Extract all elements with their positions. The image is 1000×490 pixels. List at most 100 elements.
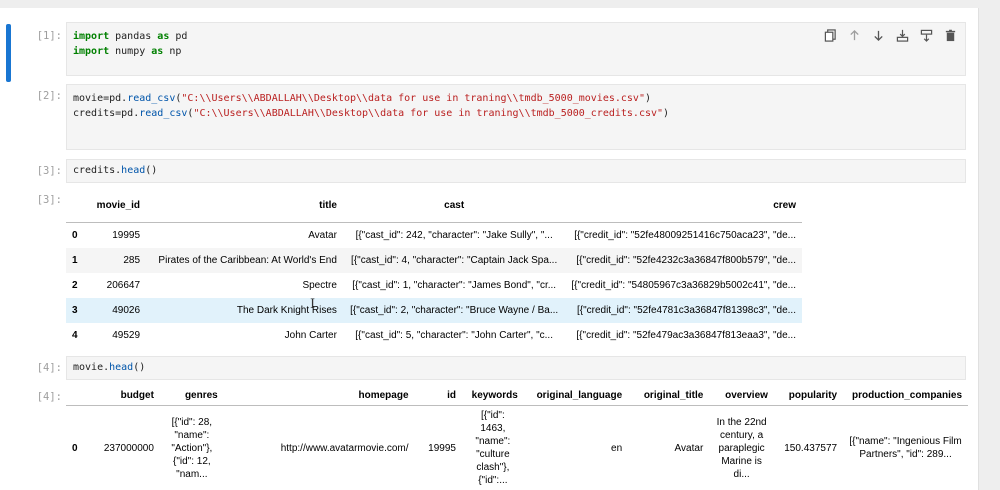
cell-4-prompt: [4]: — [36, 362, 62, 374]
table-cell: [{"credit_id": "52fe4781c3a36847f81398c3… — [576, 305, 796, 316]
column-header-genres: genres — [184, 390, 218, 401]
table-cell: Pirates of the Caribbean: At World's End — [158, 255, 337, 266]
table-cell: 150.437577 — [784, 442, 838, 454]
credits-header-row: movie_id title cast crew — [66, 189, 802, 223]
code-token: head — [109, 362, 134, 373]
table-cell: In the 22nd century, a paraplegic Marine… — [716, 416, 767, 480]
table-row: 3 49026 The Dark Knight Rises [{"cast_id": … — [66, 298, 802, 323]
table-cell: [{"cast_id": 2, "character": "Bruce Wayn… — [350, 305, 559, 316]
arrow-up-icon[interactable] — [847, 28, 862, 43]
code-token: pandas — [109, 31, 158, 42]
cell-3-editor[interactable]: credits.head() — [66, 159, 966, 183]
table-cell: 285 — [123, 255, 141, 266]
code-token: movie=pd. — [73, 93, 128, 104]
code-token: movie. — [73, 362, 110, 373]
table-cell: [{"id": 28, "name": "Action"}, {"id": 12… — [171, 416, 213, 480]
cell-toolbar — [823, 28, 958, 43]
column-header-original_title: original_title — [643, 390, 704, 401]
table-cell: en — [611, 442, 623, 454]
arrow-down-icon[interactable] — [871, 28, 886, 43]
table-cell: Spectre — [302, 280, 337, 291]
code-token: () — [145, 165, 158, 176]
column-header-budget: budget — [120, 390, 154, 401]
code-line: movie=pd.read_csv("C:\\Users\\ABDALLAH\\… — [73, 91, 959, 106]
code-token: import — [73, 46, 110, 57]
table-cell: [{"cast_id": 5, "character": "John Carte… — [355, 330, 553, 341]
output-3-prompt: [3]: — [36, 194, 62, 206]
table-cell: Avatar — [674, 442, 704, 454]
code-token: ) — [663, 108, 670, 119]
row-index: 4 — [72, 330, 78, 341]
code-token: read_csv — [127, 93, 176, 104]
column-header-production_companies: production_companies — [851, 390, 962, 401]
code-token: np — [163, 46, 182, 57]
movie-body: 0 237000000 [{"id": 28, "name": "Action"},… — [66, 406, 968, 490]
table-cell: 19995 — [112, 230, 141, 241]
column-header-movie_id: movie_id — [96, 200, 141, 211]
credits-dataframe: movie_id title cast crew 0 19995 Avatar [{"cas… — [66, 189, 802, 348]
code-token: as — [151, 46, 164, 57]
notebook-panel: [1]: import pandas as pd import numpy as … — [0, 8, 979, 490]
code-token: () — [133, 362, 146, 373]
insert-above-icon[interactable] — [895, 28, 910, 43]
row-index: 2 — [72, 280, 78, 291]
table-cell: 206647 — [106, 280, 141, 291]
code-token: numpy — [109, 46, 152, 57]
delete-icon[interactable] — [943, 28, 958, 43]
table-cell: [{"credit_id": "52fe479ac3a36847f813eaa3… — [576, 330, 796, 341]
table-row: 0 237000000 [{"id": 28, "name": "Action"},… — [66, 406, 968, 490]
code-line: movie.head() — [73, 360, 959, 375]
table-cell: [{"cast_id": 4, "character": "Captain Ja… — [351, 255, 558, 266]
table-row: 4 49529 John Carter [{"cast_id": 5, "charac… — [66, 323, 802, 348]
table-cell: [{"cast_id": 1, "character": "James Bond… — [352, 280, 557, 291]
column-header-original_language: original_language — [536, 390, 623, 401]
table-row: 1 285 Pirates of the Caribbean: At World's… — [66, 248, 802, 273]
code-token: credits=pd. — [73, 108, 140, 119]
table-cell: 49529 — [112, 330, 141, 341]
row-index: 1 — [72, 255, 78, 266]
code-token: credits. — [73, 165, 122, 176]
table-cell: [{"credit_id": "52fe48009251416c750aca23… — [574, 230, 796, 241]
movie-dataframe: budget genres homepage id keywords original_l… — [66, 386, 968, 490]
column-header-homepage: homepage — [358, 390, 409, 401]
code-line: import numpy as np — [73, 44, 959, 59]
cell-3-prompt: [3]: — [36, 165, 62, 177]
code-token: import — [73, 31, 110, 42]
cell-4-editor[interactable]: movie.head() — [66, 356, 966, 380]
table-cell: http://www.avatarmovie.com/ — [280, 442, 409, 454]
active-cell-indicator — [6, 24, 11, 82]
column-header-index — [66, 189, 87, 223]
output-4-prompt: [4]: — [36, 391, 62, 403]
code-token: pd — [169, 31, 188, 42]
table-row: 2 206647 Spectre [{"cast_id": 1, "character… — [66, 273, 802, 298]
cell-2-editor[interactable]: movie=pd.read_csv("C:\\Users\\ABDALLAH\\… — [66, 84, 966, 150]
cell-1-prompt: [1]: — [36, 30, 62, 42]
table-cell: John Carter — [284, 330, 337, 341]
row-index: 0 — [72, 230, 78, 241]
column-header-keywords: keywords — [471, 390, 518, 401]
code-line: credits.head() — [73, 163, 959, 178]
cell-2-prompt: [2]: — [36, 90, 62, 102]
code-token: read_csv — [139, 108, 188, 119]
movie-header-row: budget genres homepage id keywords original_l… — [66, 386, 968, 406]
table-cell: [{"id": 1463, "name": "culture clash"}, … — [475, 410, 511, 486]
table-cell: [{"cast_id": 242, "character": "Jake Sul… — [355, 230, 553, 241]
column-header-popularity: popularity — [788, 390, 838, 401]
copy-icon[interactable] — [823, 28, 838, 43]
table-cell: [{"credit_id": "52fe4232c3a36847f800b579… — [576, 255, 796, 266]
column-header-overview: overview — [725, 390, 768, 401]
row-index: 0 — [72, 442, 78, 454]
code-token: "C:\\Users\\ABDALLAH\\Desktop\\data for … — [181, 93, 645, 104]
column-header-cast: cast — [444, 200, 465, 211]
table-cell: 49026 — [112, 305, 141, 316]
table-cell: 237000000 — [103, 442, 154, 454]
column-header-crew: crew — [773, 200, 796, 211]
code-token: as — [157, 31, 170, 42]
column-header-id: id — [447, 390, 456, 401]
column-header-title: title — [319, 200, 337, 211]
row-index: 3 — [72, 305, 78, 316]
text-cursor-icon: I — [310, 297, 316, 312]
code-token: "C:\\Users\\ABDALLAH\\Desktop\\data for … — [193, 108, 664, 119]
table-cell: 19995 — [428, 442, 456, 454]
insert-below-icon[interactable] — [919, 28, 934, 43]
